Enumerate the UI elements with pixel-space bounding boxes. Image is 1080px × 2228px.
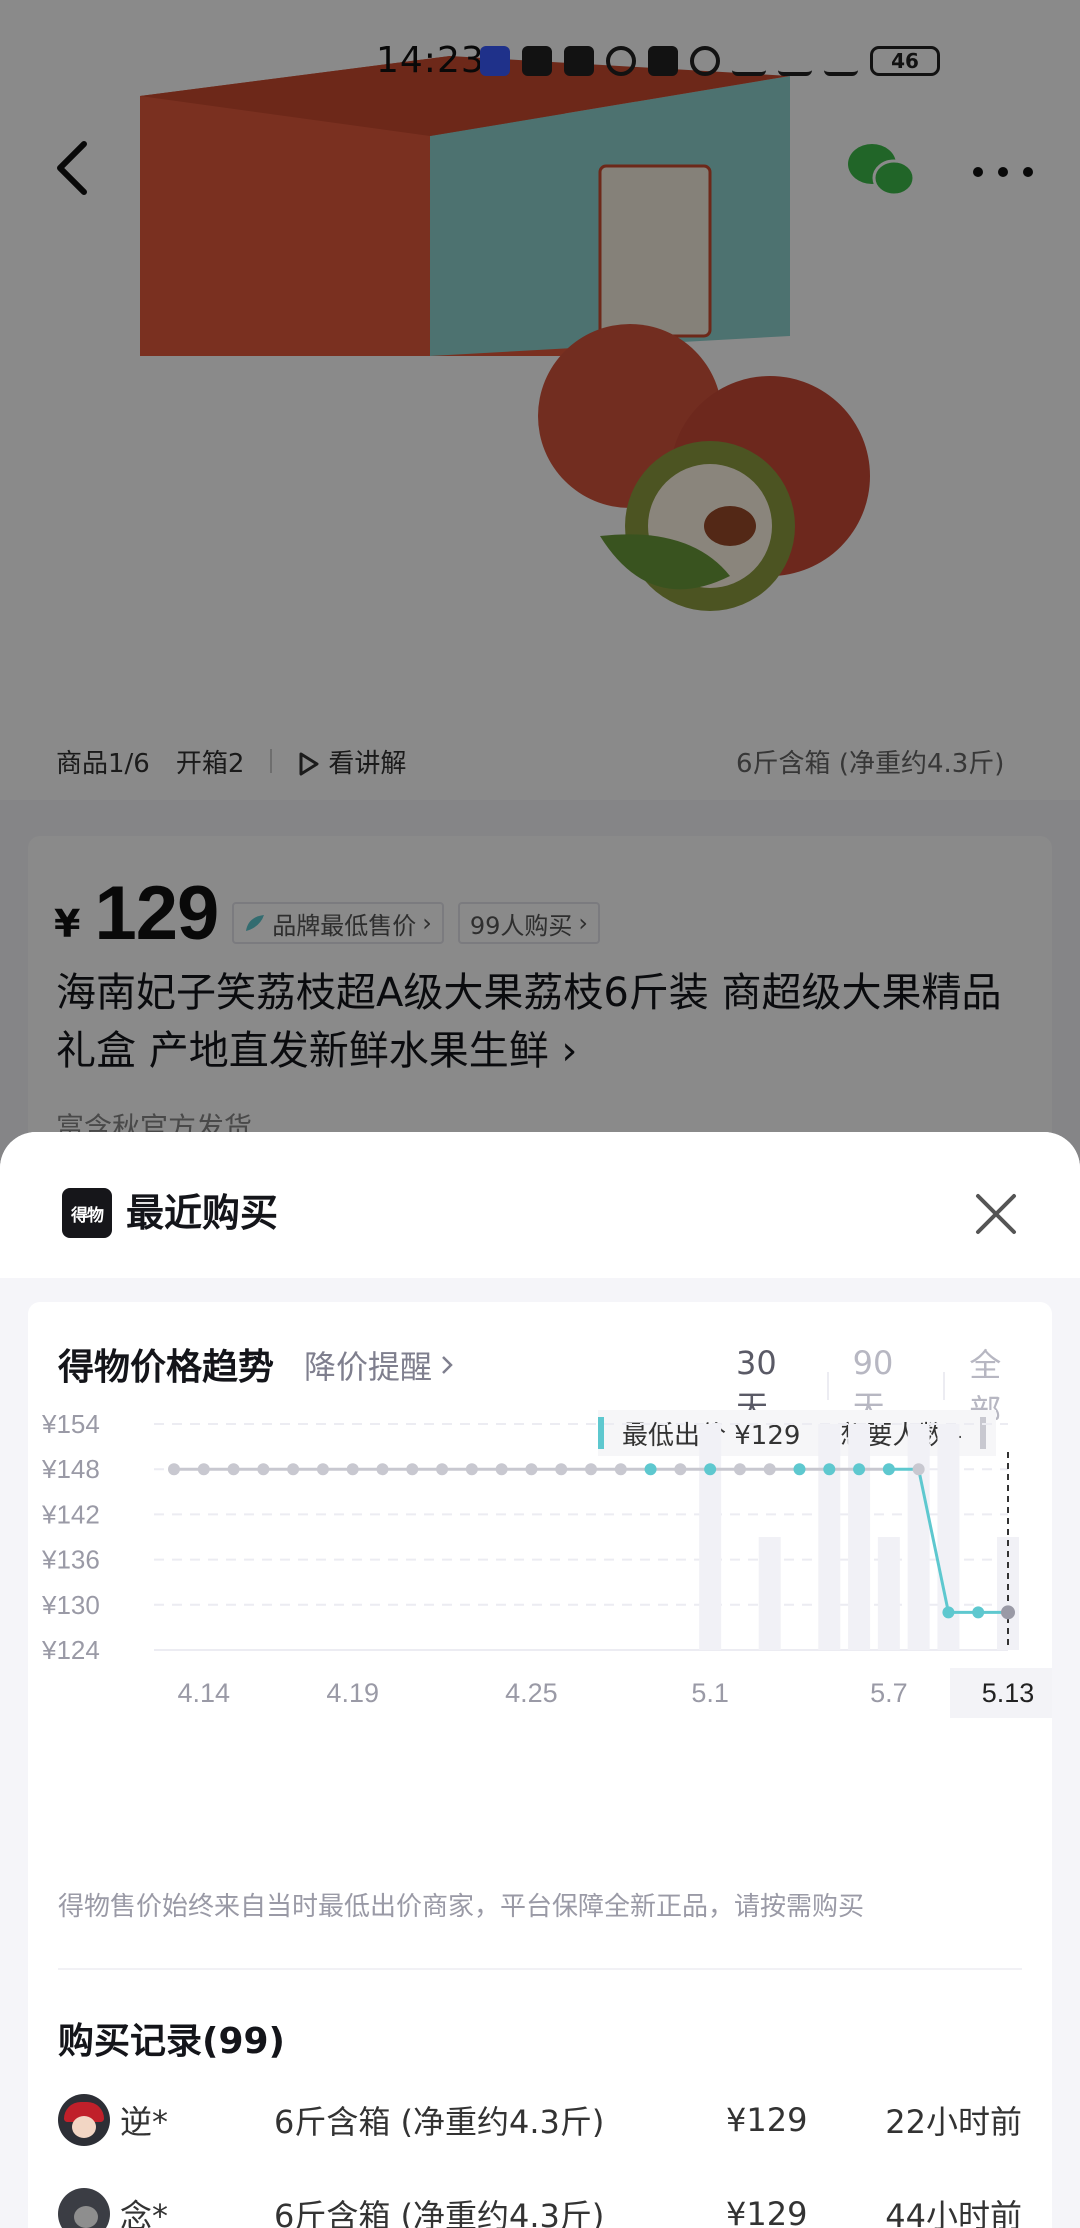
y-tick-label: ¥124: [41, 1635, 100, 1665]
price-point: [704, 1463, 717, 1476]
close-icon[interactable]: [974, 1192, 1018, 1236]
want-bar: [877, 1537, 900, 1650]
price-point: [555, 1463, 568, 1476]
record-price: ¥129: [726, 2195, 808, 2228]
price-point: [1001, 1605, 1015, 1620]
price-point: [793, 1463, 806, 1476]
avatar: [58, 2094, 110, 2146]
y-tick-label: ¥154: [41, 1409, 100, 1439]
record-spec: 6斤含箱 (净重约4.3斤): [274, 2197, 605, 2228]
price-point: [346, 1463, 359, 1476]
price-point: [972, 1606, 985, 1619]
chart-footnote: 得物售价始终来自当时最低出价商家，平台保障全新正品，请按需购买: [58, 1892, 865, 1922]
record-name: 念*: [120, 2197, 169, 2228]
price-point: [763, 1463, 776, 1476]
price-point: [227, 1463, 240, 1476]
price-point: [436, 1463, 449, 1476]
purchase-record-row: 逆* 6斤含箱 (净重约4.3斤) ¥129 22小时前: [58, 2090, 1022, 2150]
price-point: [495, 1463, 508, 1476]
avatar: [58, 2188, 110, 2228]
price-point: [197, 1463, 210, 1476]
record-time: 44小时前: [885, 2197, 1022, 2228]
price-point: [614, 1463, 627, 1476]
price-point: [287, 1463, 300, 1476]
price-point: [853, 1463, 866, 1476]
price-point: [585, 1463, 597, 1476]
y-tick-label: ¥130: [41, 1590, 100, 1620]
record-price: ¥129: [726, 2101, 808, 2139]
x-tick-label: 4.14: [178, 1678, 231, 1708]
sheet-header: 得物 最近购买: [0, 1132, 1080, 1278]
price-point: [823, 1463, 836, 1476]
price-point: [465, 1463, 478, 1476]
price-point: [406, 1463, 419, 1476]
record-name: 逆*: [120, 2103, 169, 2141]
y-tick-label: ¥136: [41, 1545, 100, 1575]
want-bar: [758, 1537, 781, 1650]
price-point: [525, 1463, 538, 1476]
recent-purchase-sheet: 得物 最近购买 得物价格趋势 降价提醒 30天 90天 全部 最低出价 ¥129…: [0, 1132, 1080, 2228]
price-point: [316, 1463, 329, 1476]
want-bar: [907, 1424, 930, 1650]
x-tick-label: 5.7: [870, 1678, 908, 1708]
price-point: [912, 1463, 925, 1476]
records-title: 购买记录(99): [58, 2021, 286, 2062]
price-point: [257, 1463, 270, 1476]
price-point: [644, 1463, 657, 1476]
dewu-logo: 得物: [62, 1188, 112, 1238]
price-point: [733, 1463, 746, 1476]
modal-overlay[interactable]: [0, 0, 1080, 1180]
x-tick-label: 4.19: [326, 1678, 379, 1708]
price-point: [168, 1463, 180, 1476]
purchase-record-row: 念* 6斤含箱 (净重约4.3斤) ¥129 44小时前: [58, 2184, 1022, 2228]
want-bar: [848, 1424, 871, 1650]
sheet-title: 最近购买: [126, 1191, 279, 1235]
want-bar: [699, 1424, 722, 1650]
product-page-background: 14:23 46 商品1/6 开箱2 看讲解 6斤含箱 (净重约4.3斤) ¥ …: [0, 0, 1080, 1180]
x-tick-label: 5.13: [982, 1678, 1035, 1708]
x-tick-label: 5.1: [691, 1678, 729, 1708]
price-point: [376, 1463, 389, 1476]
price-point: [674, 1463, 687, 1476]
section-divider: [58, 1968, 1022, 1970]
record-spec: 6斤含箱 (净重约4.3斤): [274, 2103, 605, 2141]
y-tick-label: ¥148: [41, 1454, 100, 1484]
price-trend-card: 得物价格趋势 降价提醒 30天 90天 全部 最低出价 ¥129 想要人数 - …: [28, 1302, 1052, 2228]
price-point: [942, 1606, 955, 1619]
x-tick-label: 4.25: [505, 1678, 558, 1708]
price-point: [882, 1463, 895, 1476]
record-time: 22小时前: [885, 2103, 1022, 2141]
y-tick-label: ¥142: [41, 1499, 100, 1529]
want-bar: [818, 1424, 841, 1650]
